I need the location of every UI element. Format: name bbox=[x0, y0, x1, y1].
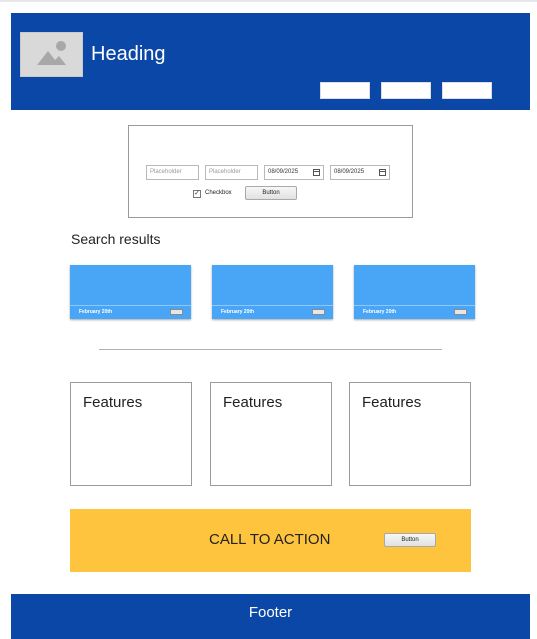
calendar-icon[interactable] bbox=[379, 169, 386, 176]
cta-button[interactable]: Button bbox=[384, 533, 436, 547]
text-input-2[interactable]: Placeholder bbox=[205, 165, 258, 180]
call-to-action: CALL TO ACTION Button bbox=[70, 509, 471, 572]
top-border bbox=[0, 0, 537, 2]
card-date: February 20th bbox=[79, 309, 113, 315]
header: Heading bbox=[11, 13, 530, 110]
nav-button-2[interactable] bbox=[381, 82, 431, 99]
feature-label: Features bbox=[362, 394, 422, 411]
date-value-2: 08/09/2025 bbox=[334, 169, 365, 175]
date-value-1: 08/09/2025 bbox=[268, 169, 299, 175]
image-placeholder-icon bbox=[20, 32, 83, 77]
checkbox-label: Checkbox bbox=[205, 190, 232, 196]
result-card[interactable]: February 20th bbox=[70, 265, 191, 319]
card-date: February 20th bbox=[221, 309, 255, 315]
search-results-title: Search results bbox=[71, 231, 161, 247]
text-input-1[interactable]: Placeholder bbox=[146, 165, 199, 180]
card-button[interactable] bbox=[312, 309, 325, 315]
search-form: Placeholder Placeholder 08/09/2025 08/09… bbox=[128, 125, 413, 218]
section-divider bbox=[99, 349, 442, 350]
checkbox[interactable]: ✓ bbox=[193, 190, 201, 198]
result-card[interactable]: February 20th bbox=[354, 265, 475, 319]
feature-box: Features bbox=[70, 382, 192, 486]
card-button[interactable] bbox=[454, 309, 467, 315]
search-button[interactable]: Button bbox=[245, 186, 297, 200]
card-date: February 20th bbox=[363, 309, 397, 315]
calendar-icon[interactable] bbox=[313, 169, 320, 176]
date-input-1[interactable]: 08/09/2025 bbox=[264, 165, 324, 180]
feature-label: Features bbox=[83, 394, 143, 411]
feature-label: Features bbox=[223, 394, 283, 411]
feature-box: Features bbox=[349, 382, 471, 486]
cta-text: CALL TO ACTION bbox=[209, 531, 331, 548]
nav-button-3[interactable] bbox=[442, 82, 492, 99]
result-card[interactable]: February 20th bbox=[212, 265, 333, 319]
footer: Footer bbox=[11, 594, 530, 639]
nav-button-1[interactable] bbox=[320, 82, 370, 99]
date-input-2[interactable]: 08/09/2025 bbox=[330, 165, 390, 180]
card-button[interactable] bbox=[170, 309, 183, 315]
footer-text: Footer bbox=[248, 604, 293, 621]
feature-box: Features bbox=[210, 382, 332, 486]
page-heading: Heading bbox=[91, 43, 166, 65]
